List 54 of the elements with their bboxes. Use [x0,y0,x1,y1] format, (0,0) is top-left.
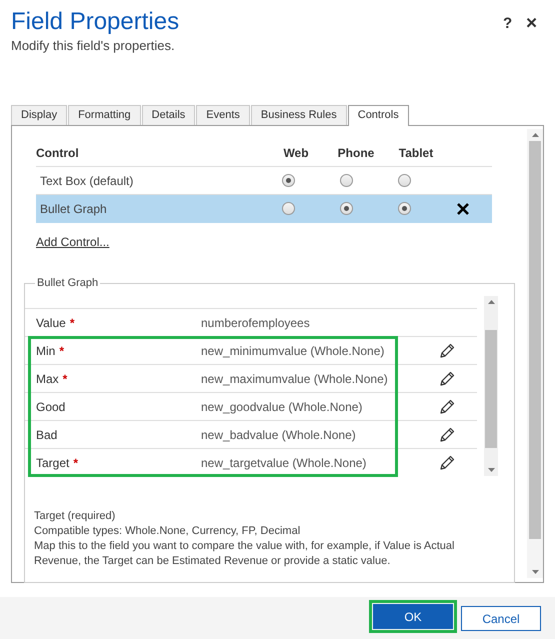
property-value: new_goodvalue (Whole.None) [201,400,362,414]
tab[interactable]: Controls [348,105,409,126]
tab[interactable]: Formatting [68,105,141,125]
radio-button[interactable] [398,174,412,187]
radio-button[interactable] [340,202,353,215]
control-name: Text Box (default) [40,174,134,188]
tab[interactable]: Details [142,105,196,125]
property-name: Bad [36,428,58,442]
tab[interactable]: Display [11,105,68,125]
radio-button[interactable] [282,202,295,215]
property-name: Min [36,344,56,358]
pencil-icon[interactable] [439,342,455,358]
pencil-icon[interactable] [439,398,455,414]
cancel-button[interactable]: Cancel [461,606,541,631]
help-text: Map this to the field you want to compare the value with, for example, if Value is Actual Revenue, the Target can be Estimated Revenue or provide a static value. [34,539,456,569]
scrollbar[interactable] [527,129,543,578]
property-value: new_badvalue (Whole.None) [201,428,356,442]
pencil-icon[interactable] [439,370,455,386]
scrollbar[interactable] [484,296,498,476]
property-name: Max [36,372,59,386]
dialog-subtitle: Modify this field's properties. [11,37,176,55]
property-value: new_maximumvalue (Whole.None) [201,372,388,386]
tab[interactable]: Events [196,105,250,125]
add-control-link[interactable]: Add Control... [36,233,110,251]
required-mark: * [62,372,68,386]
pencil-icon[interactable] [439,454,455,470]
column-header: Phone [336,144,376,162]
ok-button[interactable]: OK [373,604,453,629]
radio-button[interactable] [398,202,412,215]
property-name: Target [36,456,70,470]
column-header: Web [282,144,310,162]
radio-button[interactable] [340,174,353,187]
remove-icon[interactable] [456,202,469,214]
close-button[interactable]: × [526,14,538,34]
control-name: Bullet Graph [40,202,107,216]
fieldset-legend: Bullet Graph [35,276,100,290]
control-row[interactable]: Bullet Graph [36,195,492,223]
column-header: Tablet [398,144,434,162]
help-button[interactable]: ? [503,14,512,34]
required-mark: * [59,344,64,358]
help-text: Compatible types: Whole.None, Currency, FP, Decimal [34,524,302,539]
dialog-title: Field Properties [11,7,180,37]
property-value: new_targetvalue (Whole.None) [201,456,366,470]
required-mark: * [73,456,78,470]
pencil-icon[interactable] [439,426,455,442]
required-mark: * [70,316,74,330]
property-name: Value [36,316,66,330]
tab[interactable]: Business Rules [250,105,347,125]
property-value: new_minimumvalue (Whole.None) [201,344,384,358]
column-header: Control [36,144,80,162]
radio-button[interactable] [282,174,295,187]
help-text: Target (required) [34,509,116,524]
property-name: Good [36,400,66,414]
property-value: numberofemployees [201,316,310,330]
